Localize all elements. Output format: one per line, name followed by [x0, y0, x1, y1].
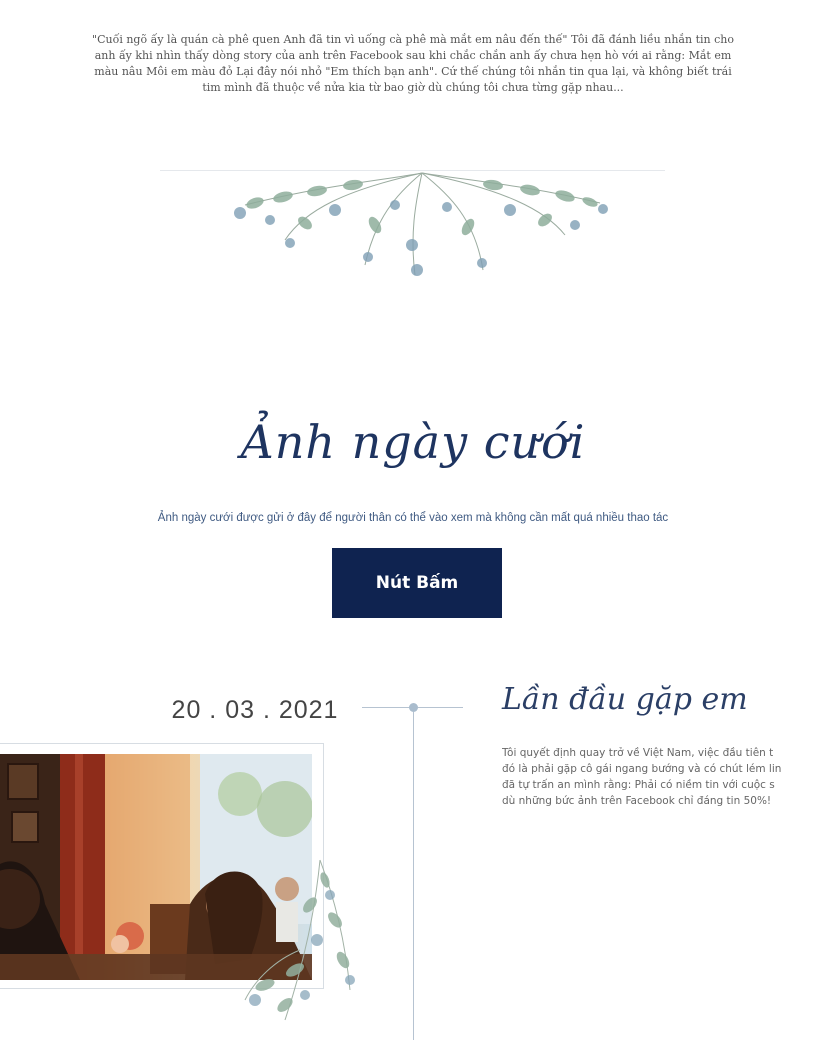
eucalyptus-garland-icon — [234, 172, 608, 276]
event-description-line: Tôi quyết định quay trở về Việt Nam, việ… — [502, 747, 774, 759]
event-description-line: đó là phải gặp cô gái ngang bướng và có … — [502, 763, 782, 775]
intro-line: "Cuối ngõ ấy là quán cà phê quen Anh đã … — [92, 33, 734, 46]
timeline-line — [413, 712, 414, 1040]
intro-line: anh ấy khi nhìn thấy dòng story của anh … — [94, 49, 732, 62]
timeline-connector — [418, 707, 463, 708]
event-description-line: dù những bức ảnh trên Facebook chỉ đáng … — [502, 795, 772, 807]
gallery-title: Ảnh ngày cưới — [240, 415, 586, 469]
timeline-dot — [409, 703, 418, 712]
cta-button[interactable]: Nút Bấm — [332, 548, 502, 618]
timeline-connector — [362, 707, 409, 708]
eucalyptus-sprig-icon — [244, 859, 355, 1021]
intro-line: màu nâu Môi em màu đỏ Lại đây nói nhỏ "E… — [94, 65, 732, 78]
event-description: Tôi quyết định quay trở về Việt Nam, việ… — [502, 745, 826, 809]
event-description-line: đã tự trấn an mình rằng: Phải có niềm ti… — [502, 779, 775, 791]
intro-story-text: "Cuối ngõ ấy là quán cà phê quen Anh đã … — [10, 32, 816, 96]
event-title: Lần đầu gặp em — [502, 682, 748, 717]
gallery-subtitle: Ảnh ngày cưới được gửi ở đây để người th… — [157, 512, 669, 524]
event-date: 20 . 03 . 2021 — [171, 696, 339, 724]
intro-line: tim mình đã thuộc về nửa kia từ bao giờ … — [202, 81, 624, 94]
